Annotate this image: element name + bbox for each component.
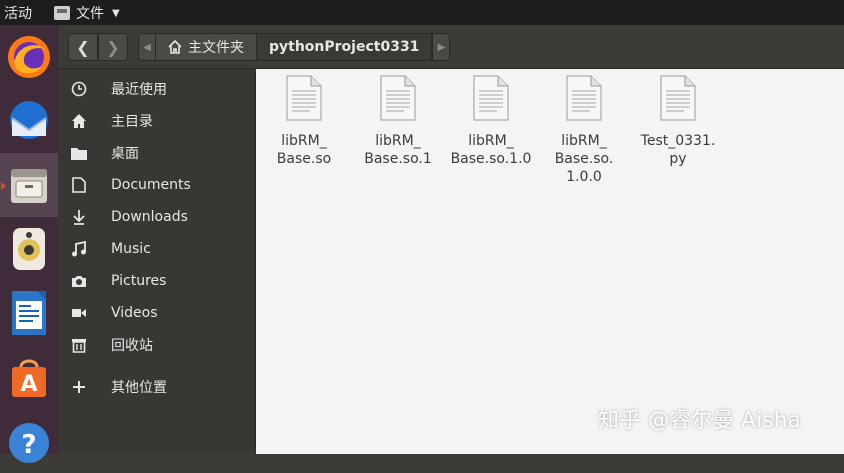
dock-item-rhythmbox[interactable]: [0, 217, 58, 281]
download-arrow-icon: [73, 210, 85, 225]
svg-text:A: A: [20, 372, 37, 397]
back-button[interactable]: ❮: [68, 33, 98, 61]
sidebar-item-label: Downloads: [111, 209, 188, 225]
chevron-left-icon: ❮: [76, 37, 90, 57]
text-file-icon: [380, 75, 416, 121]
sidebar-item-label: Music: [111, 241, 151, 257]
folder-icon: [71, 148, 87, 160]
triangle-left-icon: ◀: [143, 41, 151, 53]
sidebar-item-videos[interactable]: Videos: [58, 299, 256, 327]
file-item[interactable]: libRM_ Base.so. 1.0.0: [539, 75, 629, 186]
file-item[interactable]: libRM_ Base.so.1: [353, 75, 443, 168]
home-icon: [72, 114, 86, 128]
activities-button[interactable]: 活动: [4, 3, 32, 23]
file-name-line: py: [669, 151, 687, 167]
dock-item-files[interactable]: [0, 153, 58, 217]
file-item[interactable]: Test_0331. py: [633, 75, 723, 168]
text-file-icon: [566, 75, 602, 121]
sidebar-item-home[interactable]: 主目录: [58, 107, 256, 135]
path-scroll-left-button[interactable]: ◀: [138, 33, 156, 61]
file-name-line: libRM_: [281, 133, 327, 149]
writer-icon: [12, 291, 46, 335]
text-file-icon: [286, 75, 322, 121]
camera-icon: [72, 276, 86, 287]
home-icon: [168, 40, 182, 54]
sidebar-item-label: 桌面: [111, 146, 139, 162]
file-item[interactable]: libRM_ Base.so.1.0: [446, 75, 536, 168]
svg-text:?: ?: [21, 430, 36, 460]
firefox-icon: [8, 36, 50, 78]
breadcrumb-label: 主文件夹: [188, 40, 244, 56]
app-menu-label: 文件: [76, 6, 104, 22]
video-icon: [72, 309, 86, 317]
sidebar-item-music[interactable]: Music: [58, 235, 256, 263]
document-icon: [72, 177, 86, 193]
dock-item-firefox[interactable]: [0, 25, 58, 89]
sidebar-item-label: 最近使用: [111, 82, 167, 98]
dock-item-thunderbird[interactable]: [0, 89, 58, 153]
app-menu[interactable]: 文件 ▼: [54, 3, 120, 23]
file-manager-icon: [54, 6, 70, 20]
path-bar: ◀ 主文件夹 pythonProject0331 ▶: [138, 33, 451, 61]
sidebar-item-other-locations[interactable]: 其他位置: [58, 373, 256, 401]
file-item[interactable]: libRM_ Base.so: [259, 75, 349, 168]
file-name-line: Test_0331.: [640, 133, 716, 149]
dock-item-software[interactable]: A: [0, 345, 58, 409]
file-name-line: libRM_: [561, 133, 607, 149]
text-file-icon: [473, 75, 509, 121]
sidebar-item-label: Pictures: [111, 273, 167, 289]
caret-down-icon: ▼: [112, 7, 120, 19]
breadcrumb-label: pythonProject0331: [269, 39, 420, 55]
dock-item-writer[interactable]: [0, 281, 58, 345]
places-sidebar: 最近使用 主目录 桌面 Documents Downloads Music Pi…: [58, 69, 256, 454]
file-cabinet-icon: [11, 169, 47, 203]
text-file-icon: [660, 75, 696, 121]
software-bag-icon: A: [12, 359, 46, 397]
sidebar-item-desktop[interactable]: 桌面: [58, 139, 256, 167]
music-note-icon: [72, 241, 86, 257]
file-name-line: Base.so: [276, 151, 332, 167]
path-scroll-right-button[interactable]: ▶: [432, 33, 451, 61]
help-icon: ?: [9, 423, 49, 463]
launcher-dock: A ?: [0, 25, 58, 463]
dock-item-help[interactable]: ?: [0, 409, 58, 473]
speaker-icon: [13, 228, 45, 270]
sidebar-item-label: 其他位置: [111, 380, 167, 396]
sidebar-item-label: Documents: [111, 177, 191, 193]
file-name-line: libRM_: [468, 133, 514, 149]
running-indicator: [1, 182, 6, 190]
file-name-line: Base.so.1: [364, 151, 432, 167]
sidebar-item-downloads[interactable]: Downloads: [58, 203, 256, 231]
sidebar-item-recent[interactable]: 最近使用: [58, 75, 256, 103]
header-bar: ❮ ❯ ◀ 主文件夹 pythonProject0331 ▶: [58, 25, 844, 69]
sidebar-item-label: Videos: [111, 305, 158, 321]
chevron-right-icon: ❯: [106, 37, 120, 57]
thunderbird-icon: [10, 101, 48, 139]
sidebar-item-label: 回收站: [111, 338, 153, 354]
sidebar-item-label: 主目录: [111, 114, 153, 130]
file-name-line: Base.so.1.0: [450, 151, 532, 167]
breadcrumb-current[interactable]: pythonProject0331: [257, 33, 433, 61]
triangle-right-icon: ▶: [437, 41, 446, 53]
trash-icon: [72, 339, 86, 353]
file-manager-window: ❮ ❯ ◀ 主文件夹 pythonProject0331 ▶ 最近使用 主目录 …: [58, 25, 844, 454]
file-name-line: libRM_: [375, 133, 421, 149]
file-name-line: Base.so.: [554, 151, 614, 167]
file-grid: libRM_ Base.so libRM_ Base.so.1 libRM_ B…: [256, 69, 844, 454]
sidebar-item-documents[interactable]: Documents: [58, 171, 256, 199]
breadcrumb-home[interactable]: 主文件夹: [156, 33, 257, 61]
sidebar-item-pictures[interactable]: Pictures: [58, 267, 256, 295]
file-name-line: 1.0.0: [566, 169, 602, 185]
recent-clock-icon: [71, 81, 87, 97]
plus-icon: [73, 381, 85, 393]
sidebar-item-trash[interactable]: 回收站: [58, 331, 256, 359]
top-bar: 活动 文件 ▼: [0, 0, 844, 25]
forward-button[interactable]: ❯: [98, 33, 128, 61]
watermark: 知乎 @睿尔曼 Aisha: [598, 408, 802, 432]
